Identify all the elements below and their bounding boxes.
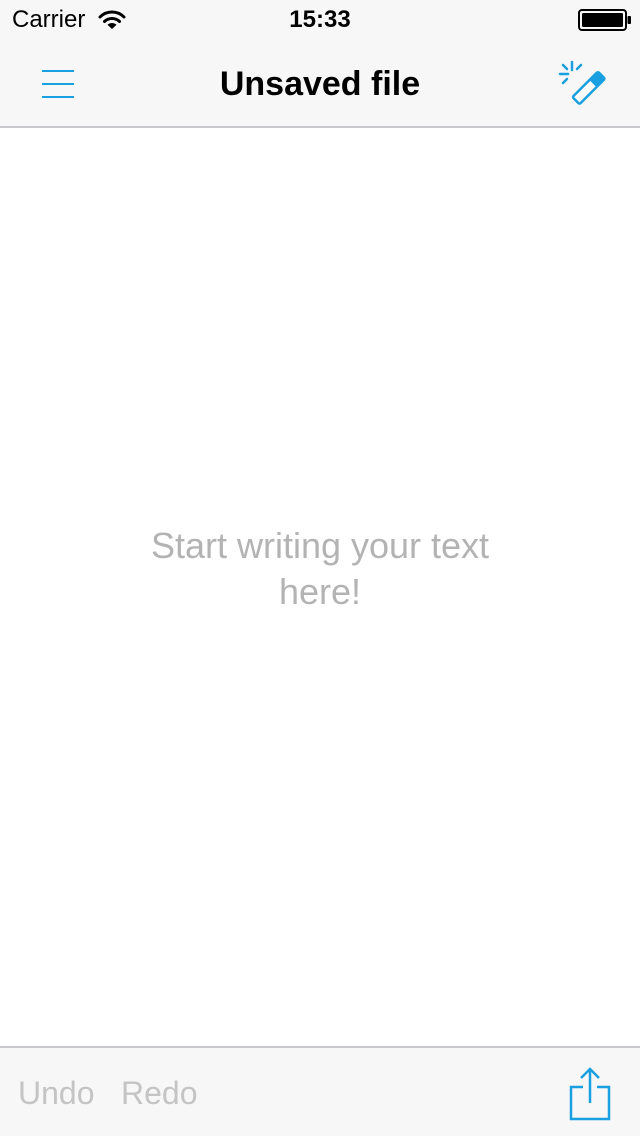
bottom-toolbar: Undo Redo [0, 1046, 640, 1136]
editor-placeholder: Start writing your text here! [150, 525, 490, 612]
magic-wand-button[interactable] [550, 54, 616, 114]
undo-button[interactable]: Undo [18, 1074, 95, 1112]
navigation-bar: Unsaved file [0, 40, 640, 128]
share-icon [569, 1067, 611, 1121]
app-screen: Carrier 15:33 Unsaved file Start writing… [0, 0, 640, 1136]
status-bar: Carrier 15:33 [0, 0, 640, 40]
share-button[interactable] [562, 1064, 618, 1124]
magic-wand-icon [558, 60, 606, 105]
menu-icon [42, 70, 74, 98]
top-chrome: Carrier 15:33 Unsaved file [0, 0, 640, 128]
page-title: Unsaved file [219, 65, 421, 103]
battery-icon [578, 9, 631, 31]
redo-button[interactable]: Redo [121, 1074, 198, 1112]
text-editor[interactable]: Start writing your text here! [0, 128, 640, 1046]
status-time: 15:33 [289, 6, 351, 33]
menu-button[interactable] [30, 58, 86, 110]
